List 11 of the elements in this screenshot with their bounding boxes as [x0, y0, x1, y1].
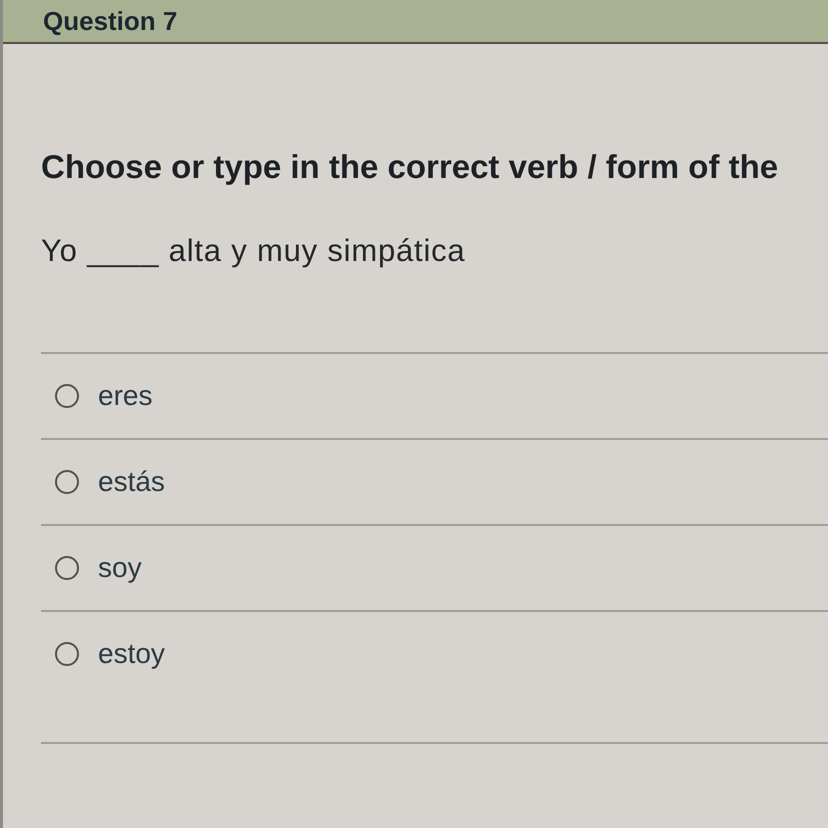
radio-button[interactable] [55, 384, 79, 408]
answer-option-label[interactable]: estás [98, 465, 165, 499]
answer-option-label[interactable]: eres [98, 379, 152, 413]
radio-button[interactable] [55, 556, 79, 580]
question-instructions: Choose or type in the correct verb / form of the [41, 147, 780, 187]
question-prompt: Yo ____ alta y muy simpática [41, 232, 466, 270]
radio-button[interactable] [55, 470, 79, 494]
radio-button[interactable] [55, 642, 79, 666]
question-title: Question 7 [43, 6, 178, 36]
answer-option-label[interactable]: soy [98, 551, 142, 585]
answer-option-label[interactable]: estoy [98, 637, 165, 671]
